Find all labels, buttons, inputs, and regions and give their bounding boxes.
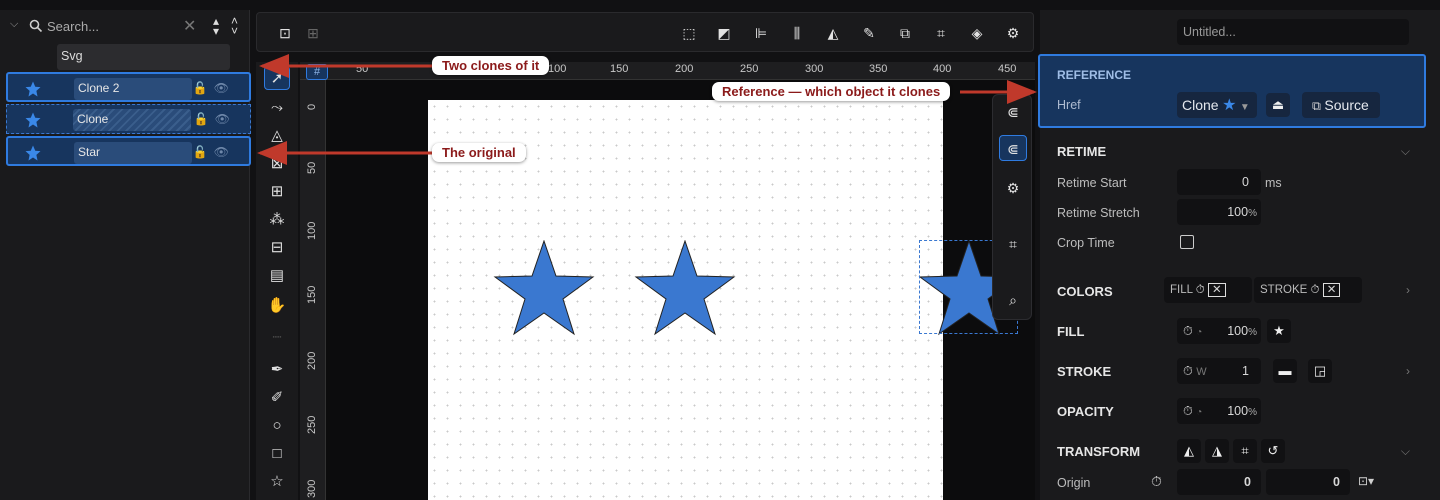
annotation-arrows — [257, 54, 1037, 165]
callout-original: The original — [432, 143, 526, 162]
callout-reference: Reference — which object it clones — [712, 82, 951, 101]
callout-clones: Two clones of it — [432, 56, 550, 75]
